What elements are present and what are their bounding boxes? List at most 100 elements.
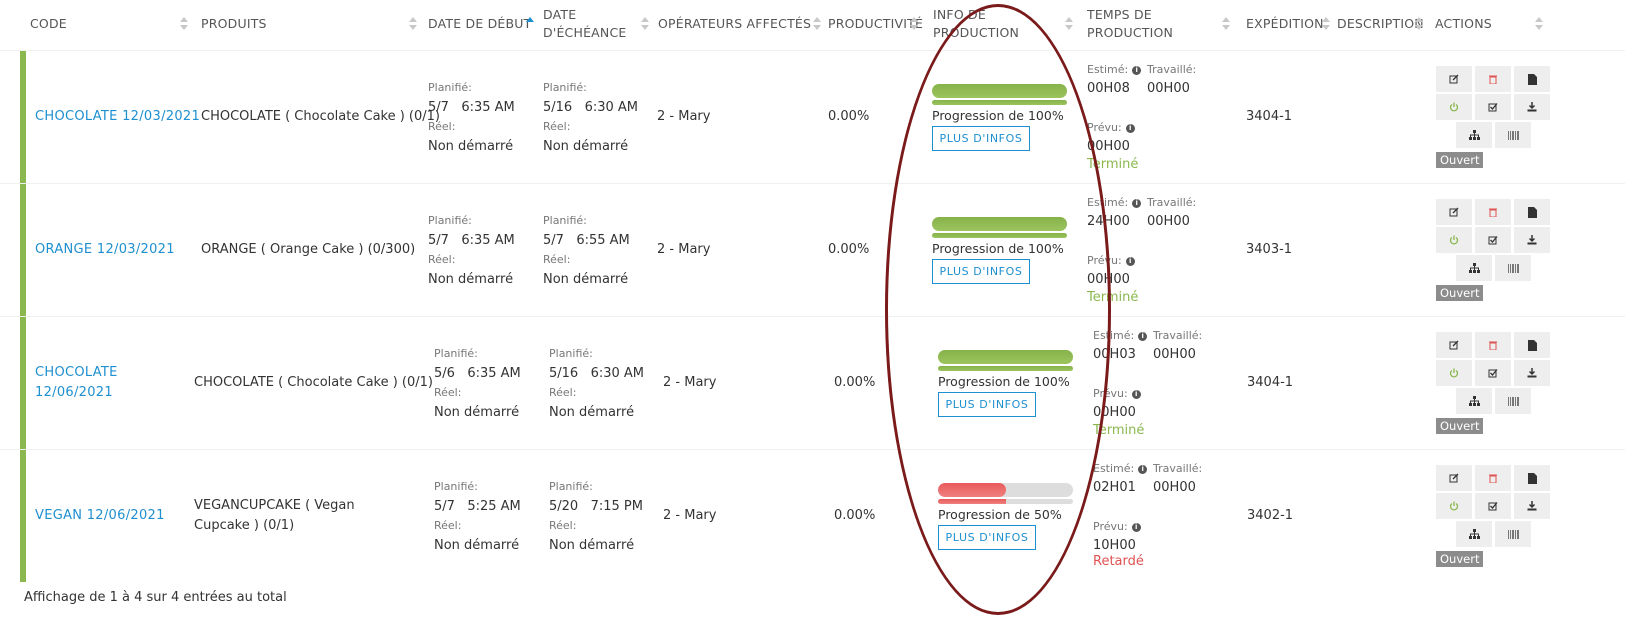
- download-button[interactable]: [1514, 94, 1550, 120]
- info-icon[interactable]: i: [1125, 257, 1135, 266]
- row-status-bar: [20, 450, 26, 582]
- row-code-link[interactable]: CHOCOLATE 12/06/2021: [35, 363, 125, 403]
- row-code-link[interactable]: ORANGE 12/03/2021: [35, 240, 175, 260]
- download-button[interactable]: [1514, 360, 1550, 386]
- row-operators: 2 - Mary: [663, 375, 717, 390]
- sort-icon[interactable]: [1065, 17, 1073, 31]
- barcode-button[interactable]: [1495, 122, 1531, 148]
- column-header-expedition[interactable]: EXPÉDITION: [1246, 0, 1332, 48]
- validate-button[interactable]: [1475, 94, 1511, 120]
- document-button[interactable]: [1514, 465, 1550, 491]
- sort-icon[interactable]: [1415, 17, 1423, 31]
- info-icon[interactable]: i: [1138, 465, 1148, 474]
- start-button[interactable]: [1436, 360, 1472, 386]
- info-icon[interactable]: i: [1138, 332, 1148, 341]
- delete-button[interactable]: [1475, 332, 1511, 358]
- column-header-label: EXPÉDITION: [1246, 16, 1324, 31]
- sort-icon[interactable]: [1322, 17, 1330, 31]
- planned-label: Planifié:: [543, 81, 587, 94]
- document-button[interactable]: [1514, 66, 1550, 92]
- sort-icon[interactable]: [526, 17, 534, 31]
- info-icon[interactable]: i: [1132, 199, 1142, 208]
- planned-value: 5/16 6:30 AM: [543, 100, 639, 115]
- structure-button[interactable]: [1456, 388, 1492, 414]
- delete-button[interactable]: [1475, 199, 1511, 225]
- planned-time-label: Prévu: i: [1093, 520, 1141, 534]
- more-info-button[interactable]: PLUS D'INFOS: [938, 525, 1036, 550]
- progress-fill: [938, 350, 1073, 364]
- trash-icon: [1488, 207, 1498, 217]
- estimated-value-text: 00H08: [1087, 81, 1130, 96]
- edit-button[interactable]: [1436, 465, 1472, 491]
- column-header-productivite[interactable]: PRODUCTIVITÉ: [828, 0, 923, 48]
- row-status-bar: [20, 184, 26, 316]
- row-code-link[interactable]: CHOCOLATE 12/03/2021: [35, 107, 200, 127]
- estimated-value: 00H03: [1093, 346, 1136, 364]
- sort-icon[interactable]: [409, 17, 417, 31]
- sort-icon[interactable]: [180, 17, 188, 31]
- row-productivity: 0.00%: [828, 242, 870, 257]
- estimated-label: Estimé: i: [1087, 196, 1142, 210]
- column-header-label: TEMPS DE PRODUCTION: [1087, 7, 1174, 40]
- column-header-description[interactable]: DESCRIPTION: [1337, 0, 1425, 48]
- sort-icon[interactable]: [1535, 17, 1543, 31]
- row-productivity: 0.00%: [834, 375, 876, 390]
- info-icon[interactable]: i: [1131, 390, 1141, 399]
- sitemap-icon: [1468, 130, 1480, 140]
- structure-button[interactable]: [1456, 521, 1492, 547]
- edit-button[interactable]: [1436, 66, 1472, 92]
- edit-button[interactable]: [1436, 199, 1472, 225]
- sort-icon[interactable]: [1222, 17, 1230, 31]
- column-header-date-debut[interactable]: DATE DE DÉBUT: [428, 0, 536, 48]
- trash-icon: [1488, 473, 1498, 483]
- info-icon[interactable]: i: [1131, 523, 1141, 532]
- sort-icon[interactable]: [641, 17, 649, 31]
- info-icon[interactable]: i: [1125, 124, 1135, 133]
- table-row[interactable]: CHOCOLATE 12/06/2021 CHOCOLATE ( Chocolat…: [0, 316, 1625, 449]
- row-code-link[interactable]: VEGAN 12/06/2021: [35, 506, 165, 526]
- column-header-code[interactable]: CODE: [30, 0, 190, 48]
- real-value: Non démarré: [428, 139, 514, 154]
- column-header-info-production[interactable]: INFO DE PRODUCTION: [933, 0, 1075, 48]
- start-button[interactable]: [1436, 227, 1472, 253]
- planned-label: Planifié:: [543, 214, 587, 227]
- planned-time-value-text: 00H00: [1087, 139, 1130, 154]
- barcode-button[interactable]: [1495, 521, 1531, 547]
- delete-button[interactable]: [1475, 66, 1511, 92]
- download-button[interactable]: [1514, 493, 1550, 519]
- more-info-button[interactable]: PLUS D'INFOS: [938, 392, 1036, 417]
- info-icon[interactable]: i: [1132, 66, 1142, 75]
- barcode-button[interactable]: [1495, 255, 1531, 281]
- sort-icon[interactable]: [910, 17, 918, 31]
- column-header-date-echeance[interactable]: DATE D'ÉCHÉANCE: [543, 0, 651, 48]
- sort-icon[interactable]: [813, 17, 821, 31]
- start-button[interactable]: [1436, 493, 1472, 519]
- edit-button[interactable]: [1436, 332, 1472, 358]
- column-header-produits[interactable]: PRODUITS: [201, 0, 419, 48]
- structure-button[interactable]: [1456, 122, 1492, 148]
- column-header-actions[interactable]: ACTIONS: [1435, 0, 1545, 48]
- table-row[interactable]: ORANGE 12/03/2021 ORANGE ( Orange Cake ) …: [0, 183, 1625, 316]
- table-row[interactable]: VEGAN 12/06/2021 VEGANCUPCAKE ( Vegan Cup…: [0, 449, 1625, 582]
- validate-button[interactable]: [1475, 227, 1511, 253]
- progress-track-secondary: [932, 233, 1067, 238]
- download-button[interactable]: [1514, 227, 1550, 253]
- structure-button[interactable]: [1456, 255, 1492, 281]
- barcode-button[interactable]: [1495, 388, 1531, 414]
- worked-label-text: Travaillé:: [1147, 196, 1197, 209]
- column-header-temps-production[interactable]: TEMPS DE PRODUCTION: [1087, 0, 1232, 48]
- more-info-button[interactable]: PLUS D'INFOS: [932, 259, 1030, 284]
- table-row[interactable]: CHOCOLATE 12/03/2021 CHOCOLATE ( Chocolat…: [0, 50, 1625, 183]
- more-info-button[interactable]: PLUS D'INFOS: [932, 126, 1030, 151]
- document-button[interactable]: [1514, 199, 1550, 225]
- check-icon: [1488, 235, 1498, 245]
- column-header-operateurs[interactable]: OPÉRATEURS AFFECTÉS: [658, 0, 823, 48]
- delete-button[interactable]: [1475, 465, 1511, 491]
- validate-button[interactable]: [1475, 493, 1511, 519]
- start-button[interactable]: [1436, 94, 1472, 120]
- document-button[interactable]: [1514, 332, 1550, 358]
- progress-track-secondary: [938, 499, 1073, 504]
- barcode-icon: [1507, 396, 1519, 406]
- validate-button[interactable]: [1475, 360, 1511, 386]
- progress-fill: [932, 84, 1067, 98]
